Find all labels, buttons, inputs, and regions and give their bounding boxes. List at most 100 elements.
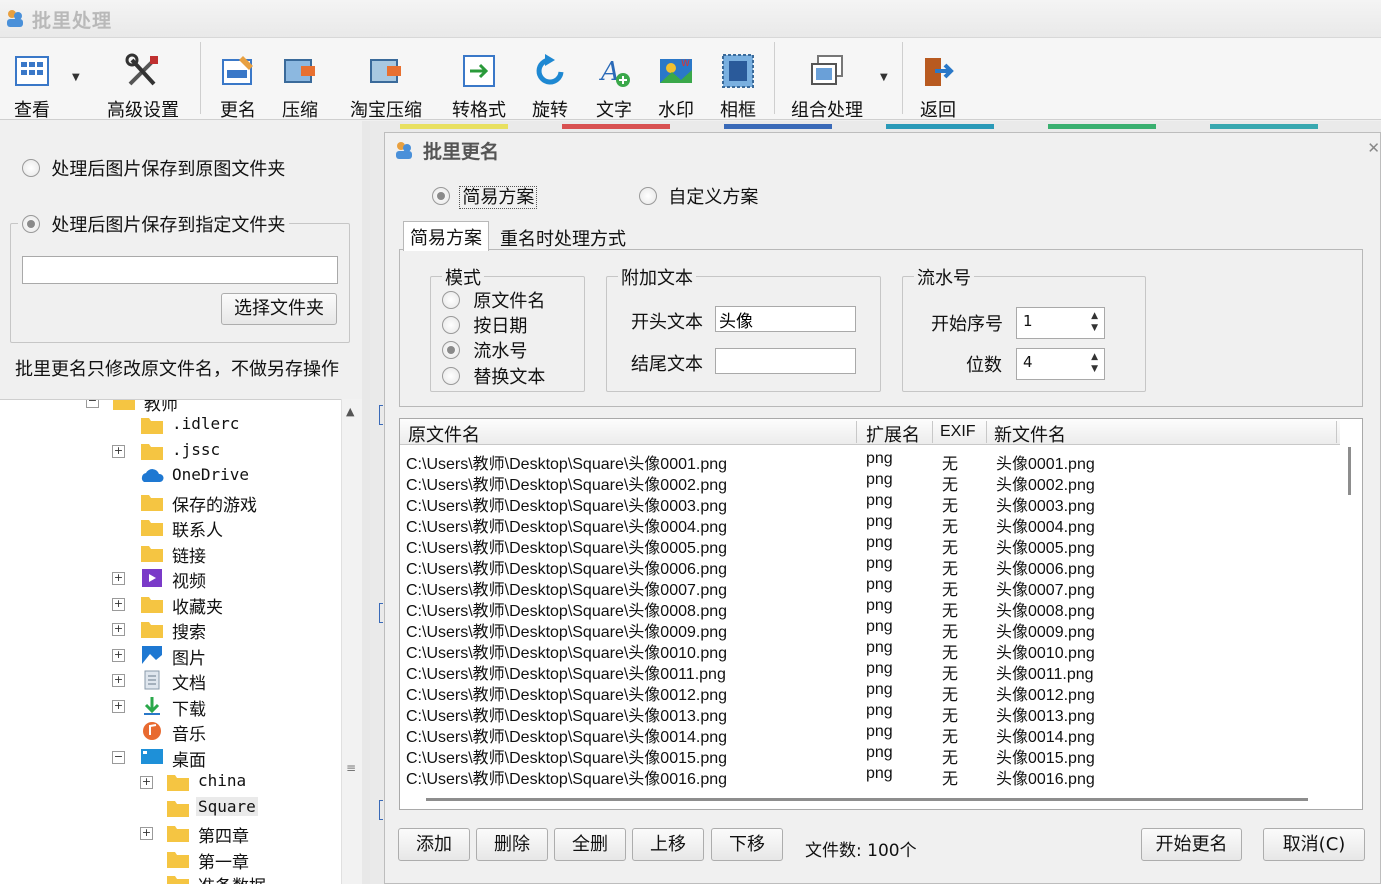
tree-item[interactable]: + 下载 bbox=[0, 695, 340, 720]
tree-item[interactable]: .idlerc bbox=[0, 414, 340, 438]
column-extension[interactable]: 扩展名 bbox=[866, 421, 920, 447]
move-up-button[interactable]: 上移 bbox=[632, 828, 704, 861]
tab-simple-scheme[interactable]: 简易方案 bbox=[403, 221, 489, 251]
collapse-icon[interactable]: − bbox=[112, 751, 125, 764]
prefix-input[interactable] bbox=[715, 306, 856, 332]
tree-item[interactable]: 第一章 bbox=[0, 848, 340, 873]
watermark-button[interactable]: W 水印 bbox=[652, 44, 700, 121]
scroll-up-icon[interactable]: ▲ bbox=[346, 405, 354, 418]
tree-item[interactable]: + 收藏夹 bbox=[0, 593, 340, 618]
expand-icon[interactable]: + bbox=[112, 598, 125, 611]
expand-icon[interactable]: + bbox=[112, 700, 125, 713]
simple-scheme-radio[interactable]: 简易方案 bbox=[432, 183, 538, 209]
tree-item[interactable]: + 第四章 bbox=[0, 822, 340, 847]
table-row[interactable]: C:\Users\教师\Desktop\Square\头像0008.png png… bbox=[400, 596, 1340, 620]
rotate-button[interactable]: 旋转 bbox=[526, 44, 574, 121]
tree-item-selected[interactable]: Square bbox=[0, 797, 340, 821]
tree-item[interactable]: − 桌面 bbox=[0, 746, 340, 771]
expand-icon[interactable]: + bbox=[140, 827, 153, 840]
select-folder-button[interactable]: 选择文件夹 bbox=[221, 293, 337, 325]
file-list-vscroll[interactable] bbox=[1338, 445, 1362, 790]
rename-button[interactable]: 更名 bbox=[214, 44, 262, 121]
file-list-hscroll[interactable] bbox=[400, 789, 1340, 809]
tree-item[interactable]: + china bbox=[0, 771, 340, 795]
compress-button[interactable]: 压缩 bbox=[276, 44, 324, 121]
mode-serial-radio[interactable]: 流水号 bbox=[442, 337, 527, 363]
start-number-stepper[interactable]: 1 ▲ ▼ bbox=[1016, 307, 1105, 339]
mode-date-radio[interactable]: 按日期 bbox=[442, 312, 527, 338]
save-options-panel: 处理后图片保存到原图文件夹 处理后图片保存到指定文件夹 选择文件夹 批里更名只修… bbox=[0, 121, 368, 399]
table-row[interactable]: C:\Users\教师\Desktop\Square\头像0007.png png… bbox=[400, 575, 1340, 599]
expand-icon[interactable]: + bbox=[112, 445, 125, 458]
tree-item[interactable]: OneDrive bbox=[0, 465, 340, 489]
table-row[interactable]: C:\Users\教师\Desktop\Square\头像0009.png png… bbox=[400, 617, 1340, 641]
digits-stepper[interactable]: 4 ▲ ▼ bbox=[1016, 348, 1105, 380]
table-row[interactable]: C:\Users\教师\Desktop\Square\头像0015.png png… bbox=[400, 743, 1340, 767]
folder-path-input[interactable] bbox=[22, 256, 338, 284]
add-button[interactable]: 添加 bbox=[398, 828, 470, 861]
expand-icon[interactable]: + bbox=[112, 572, 125, 585]
scroll-thumb[interactable] bbox=[426, 798, 1308, 801]
tree-scrollbar[interactable]: ▲ ≡ bbox=[341, 399, 362, 884]
save-to-specified-radio[interactable]: 处理后图片保存到指定文件夹 bbox=[18, 211, 290, 237]
advanced-settings-button[interactable]: 高级设置 bbox=[100, 44, 186, 121]
scroll-grip-icon[interactable]: ≡ bbox=[346, 761, 356, 775]
frame-button[interactable]: 相框 bbox=[714, 44, 762, 121]
table-row[interactable]: C:\Users\教师\Desktop\Square\头像0014.png png… bbox=[400, 722, 1340, 746]
taobao-compress-button[interactable]: 淘宝压缩 bbox=[346, 44, 426, 121]
tree-item[interactable]: + 搜索 bbox=[0, 618, 340, 643]
column-new-name[interactable]: 新文件名 bbox=[994, 421, 1066, 447]
cancel-button[interactable]: 取消(C) bbox=[1263, 828, 1365, 861]
table-row[interactable]: C:\Users\教师\Desktop\Square\头像0002.png png… bbox=[400, 470, 1340, 494]
tree-item[interactable]: 链接 bbox=[0, 542, 340, 567]
tree-item[interactable]: + .jssc bbox=[0, 440, 340, 464]
table-row[interactable]: C:\Users\教师\Desktop\Square\头像0006.png png… bbox=[400, 554, 1340, 578]
expand-icon[interactable]: + bbox=[112, 623, 125, 636]
table-row[interactable]: C:\Users\教师\Desktop\Square\头像0012.png png… bbox=[400, 680, 1340, 704]
suffix-input[interactable] bbox=[715, 348, 856, 374]
delete-all-button[interactable]: 全删 bbox=[554, 828, 626, 861]
table-row[interactable]: C:\Users\教师\Desktop\Square\头像0013.png png… bbox=[400, 701, 1340, 725]
file-list[interactable]: 原文件名 扩展名 EXIF 新文件名 C:\Users\教师\Desktop\S… bbox=[399, 418, 1363, 810]
tree-item[interactable]: 联系人 bbox=[0, 516, 340, 541]
view-dropdown-icon[interactable]: ▼ bbox=[72, 72, 80, 83]
convert-format-button[interactable]: 转格式 bbox=[448, 44, 510, 121]
tree-item[interactable]: 保存的游戏 bbox=[0, 491, 340, 516]
text-button[interactable]: A 文字 bbox=[590, 44, 638, 121]
tree-item[interactable]: − 教师 bbox=[0, 400, 340, 415]
move-down-button[interactable]: 下移 bbox=[711, 828, 783, 861]
table-row[interactable]: C:\Users\教师\Desktop\Square\头像0001.png png… bbox=[400, 449, 1340, 473]
start-rename-button[interactable]: 开始更名 bbox=[1141, 828, 1242, 861]
tree-item[interactable]: 音乐 bbox=[0, 720, 340, 745]
custom-scheme-radio[interactable]: 自定义方案 bbox=[639, 183, 758, 209]
table-row[interactable]: C:\Users\教师\Desktop\Square\头像0011.png png… bbox=[400, 659, 1340, 683]
mode-replace-radio[interactable]: 替换文本 bbox=[442, 363, 545, 389]
collapse-icon[interactable]: − bbox=[86, 400, 99, 408]
table-row[interactable]: C:\Users\教师\Desktop\Square\头像0016.png png… bbox=[400, 764, 1340, 788]
tree-item[interactable]: + 图片 bbox=[0, 644, 340, 669]
spinner-arrows-icon[interactable]: ▲ ▼ bbox=[1091, 351, 1098, 375]
tree-item[interactable]: 准备数据 bbox=[0, 872, 340, 884]
return-button[interactable]: 返回 bbox=[914, 44, 962, 121]
panel-splitter[interactable] bbox=[362, 121, 370, 884]
table-row[interactable]: C:\Users\教师\Desktop\Square\头像0004.png png… bbox=[400, 512, 1340, 536]
view-button[interactable]: 查看 bbox=[8, 44, 56, 121]
expand-icon[interactable]: + bbox=[112, 674, 125, 687]
table-row[interactable]: C:\Users\教师\Desktop\Square\头像0003.png png… bbox=[400, 491, 1340, 515]
tree-item[interactable]: + 视频 bbox=[0, 567, 340, 592]
table-row[interactable]: C:\Users\教师\Desktop\Square\头像0005.png png… bbox=[400, 533, 1340, 557]
column-original-name[interactable]: 原文件名 bbox=[408, 421, 480, 447]
spinner-arrows-icon[interactable]: ▲ ▼ bbox=[1091, 310, 1098, 334]
expand-icon[interactable]: + bbox=[112, 649, 125, 662]
delete-button[interactable]: 删除 bbox=[476, 828, 548, 861]
save-to-original-radio[interactable]: 处理后图片保存到原图文件夹 bbox=[22, 155, 285, 181]
combine-button[interactable]: 组合处理 bbox=[786, 44, 868, 121]
tree-item[interactable]: + 文档 bbox=[0, 669, 340, 694]
column-exif[interactable]: EXIF bbox=[940, 423, 976, 441]
scroll-thumb[interactable] bbox=[1348, 447, 1351, 495]
table-row[interactable]: C:\Users\教师\Desktop\Square\头像0010.png png… bbox=[400, 638, 1340, 662]
mode-original-radio[interactable]: 原文件名 bbox=[442, 287, 545, 313]
expand-icon[interactable]: + bbox=[140, 776, 153, 789]
close-icon[interactable]: ✕ bbox=[1367, 139, 1380, 157]
combine-dropdown-icon[interactable]: ▼ bbox=[880, 72, 888, 83]
